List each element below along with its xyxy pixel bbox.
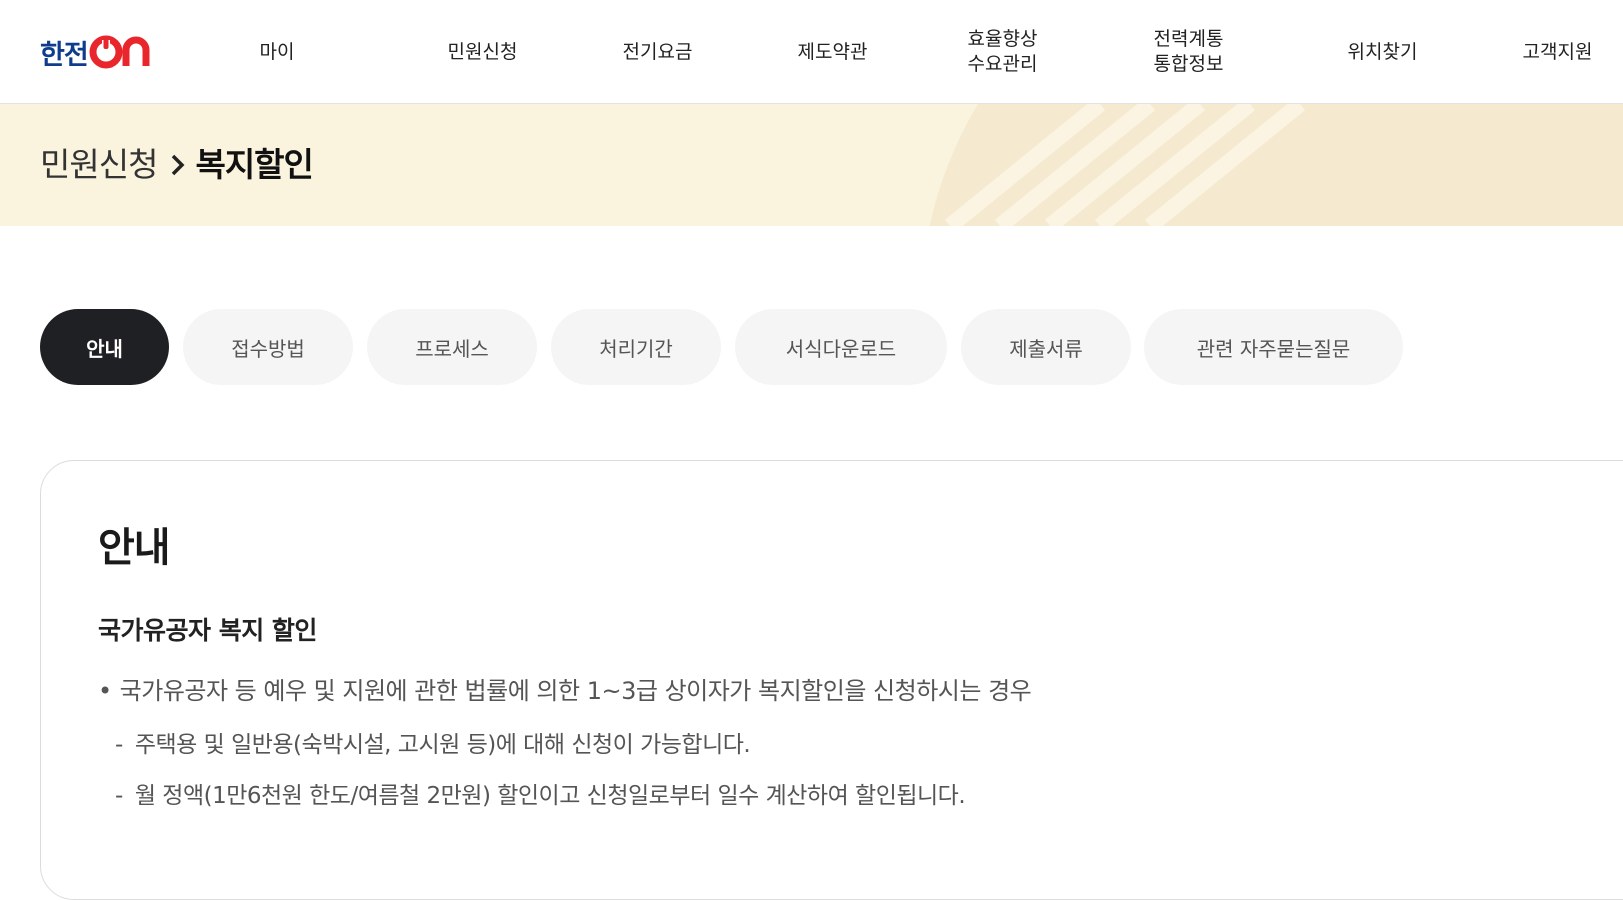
- sub-item-text: 주택용 및 일반용(숙박시설, 고시원 등)에 대해 신청이 가능합니다.: [134, 732, 751, 758]
- bullet-item: • 국가유공자 등 예우 및 지원에 관한 법률에 의한 1~3급 상이자가 복지…: [98, 671, 1032, 706]
- tab-guide[interactable]: 안내: [40, 309, 169, 385]
- nav-item-location[interactable]: 위치찾기: [1320, 0, 1445, 104]
- breadcrumb-parent[interactable]: 민원신청: [40, 140, 158, 190]
- sub-item: - 주택용 및 일반용(숙박시설, 고시원 등)에 대해 신청이 가능합니다.: [115, 725, 751, 759]
- card-title: 안내: [98, 525, 171, 571]
- kepco-on-logo[interactable]: 한전: [40, 34, 159, 71]
- nav-item-efficiency[interactable]: 효율향상 수요관리: [940, 0, 1065, 104]
- site-header: 한전 마이 민원신청 전기요금 제도약관 효율향상 수요관리 전력계통 통합정보…: [0, 0, 1623, 104]
- tab-application-method[interactable]: 접수방법: [183, 309, 353, 385]
- tab-processing-period[interactable]: 처리기간: [551, 309, 721, 385]
- dash-marker: -: [115, 732, 123, 758]
- section-title: 국가유공자 복지 할인: [98, 616, 317, 645]
- breadcrumb-banner: 민원신청 복지할인: [0, 104, 1623, 226]
- nav-item-my[interactable]: 마이: [237, 0, 317, 104]
- content-card: 안내 국가유공자 복지 할인 • 국가유공자 등 예우 및 지원에 관한 법률에 …: [40, 460, 1623, 900]
- tab-process[interactable]: 프로세스: [367, 309, 537, 385]
- nav-item-support[interactable]: 고객지원: [1495, 0, 1620, 104]
- bullet-text: 국가유공자 등 예우 및 지원에 관한 법률에 의한 1~3급 상이자가 복지할…: [119, 677, 1032, 705]
- sub-item: -월 정액(1만6천원 한도/여름철 2만원) 할인이고 신청일로부터 일수 계…: [115, 776, 966, 810]
- chevron-right-icon: [169, 152, 187, 178]
- nav-item-electricity-rates[interactable]: 전기요금: [595, 0, 720, 104]
- breadcrumb-current: 복지할인: [195, 145, 313, 184]
- bullet-dot: •: [98, 677, 112, 705]
- breadcrumb: 민원신청 복지할인: [40, 140, 314, 190]
- nav-item-civil-request[interactable]: 민원신청: [420, 0, 545, 104]
- tab-form-download[interactable]: 서식다운로드: [735, 309, 947, 385]
- tab-required-documents[interactable]: 제출서류: [961, 309, 1131, 385]
- dash-marker: -: [115, 783, 123, 809]
- logo-text: 한전: [40, 39, 89, 71]
- sub-item-text: 월 정액(1만6천원 한도/여름철 2만원) 할인이고 신청일로부터 일수 계산…: [134, 783, 966, 809]
- nav-item-grid-info[interactable]: 전력계통 통합정보: [1126, 0, 1251, 104]
- nav-item-terms[interactable]: 제도약관: [770, 0, 895, 104]
- tab-related-faq[interactable]: 관련 자주묻는질문: [1144, 309, 1403, 385]
- logo-on-mark: [89, 35, 159, 69]
